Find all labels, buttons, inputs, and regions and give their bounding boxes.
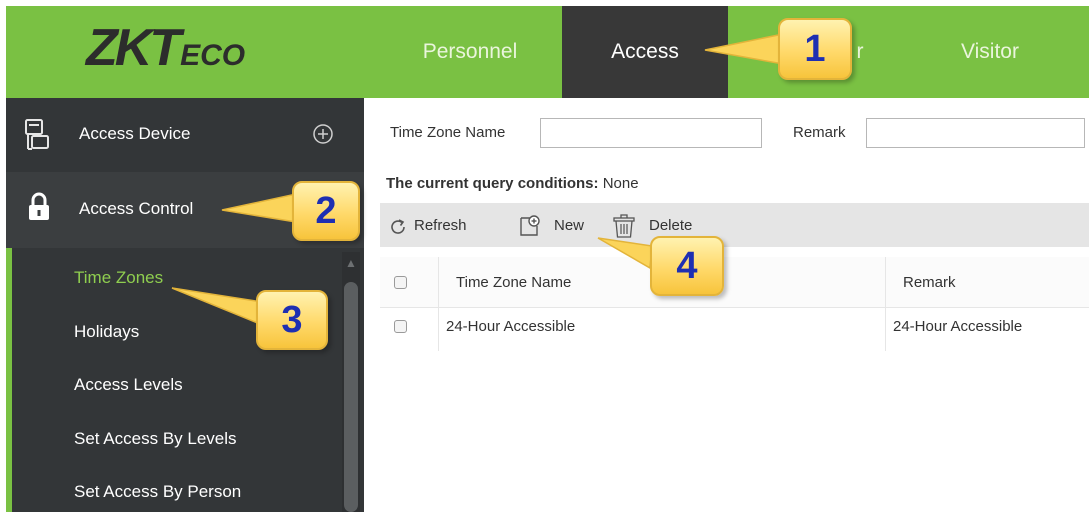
callout-2: 2 xyxy=(292,181,360,241)
callout-1: 1 xyxy=(778,18,852,80)
callout-3: 3 xyxy=(256,290,328,350)
callout-pointers xyxy=(171,33,784,326)
callout-4: 4 xyxy=(650,236,724,296)
